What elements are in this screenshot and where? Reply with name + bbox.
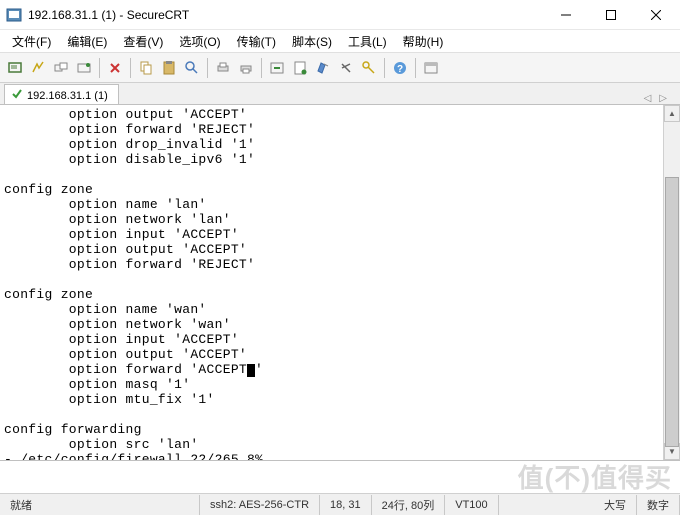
- status-ready: 就绪: [0, 495, 200, 515]
- session-tab[interactable]: 192.168.31.1 (1): [4, 84, 119, 104]
- status-spacer: [499, 495, 594, 515]
- menu-script[interactable]: 脚本(S): [284, 30, 340, 53]
- transfer-icon[interactable]: [266, 57, 288, 79]
- menu-bar: 文件(F) 编辑(E) 查看(V) 选项(O) 传输(T) 脚本(S) 工具(L…: [0, 30, 680, 53]
- status-num: 数字: [637, 495, 680, 515]
- print-icon[interactable]: [212, 57, 234, 79]
- session-options-icon[interactable]: [312, 57, 334, 79]
- print-screen-icon[interactable]: [235, 57, 257, 79]
- status-size: 24行, 80列: [372, 495, 446, 515]
- toolbar: ?: [0, 53, 680, 83]
- disconnect-icon[interactable]: [73, 57, 95, 79]
- new-tab-icon[interactable]: [420, 57, 442, 79]
- help-icon[interactable]: ?: [389, 57, 411, 79]
- vertical-scrollbar[interactable]: ▲ ▼: [663, 105, 680, 460]
- tab-bar: 192.168.31.1 (1) ◁ ▷: [0, 83, 680, 105]
- status-position: 18, 31: [320, 495, 372, 515]
- status-term: VT100: [445, 495, 498, 515]
- window-title: 192.168.31.1 (1) - SecureCRT: [28, 8, 543, 22]
- app-icon: [6, 7, 22, 23]
- minimize-button[interactable]: [543, 0, 588, 29]
- settings-icon[interactable]: [335, 57, 357, 79]
- tab-prev-icon[interactable]: ◁: [641, 93, 655, 104]
- toolbar-separator: [261, 58, 262, 78]
- check-icon: [11, 88, 23, 103]
- toolbar-separator: [384, 58, 385, 78]
- menu-file[interactable]: 文件(F): [4, 30, 59, 53]
- menu-view[interactable]: 查看(V): [115, 30, 171, 53]
- paste-icon[interactable]: [158, 57, 180, 79]
- scroll-up-icon[interactable]: ▲: [664, 105, 680, 122]
- title-bar: 192.168.31.1 (1) - SecureCRT: [0, 0, 680, 30]
- scroll-thumb[interactable]: [665, 177, 679, 447]
- scroll-track[interactable]: [664, 122, 680, 443]
- copy-icon[interactable]: [135, 57, 157, 79]
- status-caps: 大写: [594, 495, 637, 515]
- tab-label: 192.168.31.1 (1): [27, 90, 108, 102]
- svg-text:?: ?: [397, 64, 403, 75]
- menu-edit[interactable]: 编辑(E): [59, 30, 115, 53]
- menu-options[interactable]: 选项(O): [171, 30, 228, 53]
- menu-transfer[interactable]: 传输(T): [229, 30, 284, 53]
- tab-next-icon[interactable]: ▷: [656, 93, 670, 104]
- command-input-area[interactable]: [0, 460, 680, 490]
- toolbar-separator: [99, 58, 100, 78]
- tab-nav: ◁ ▷: [641, 93, 676, 104]
- terminal[interactable]: option output 'ACCEPT' option forward 'R…: [0, 105, 663, 460]
- key-icon[interactable]: [358, 57, 380, 79]
- menu-tools[interactable]: 工具(L): [340, 30, 395, 53]
- quick-connect-icon[interactable]: [27, 57, 49, 79]
- maximize-button[interactable]: [588, 0, 633, 29]
- cancel-icon[interactable]: [104, 57, 126, 79]
- reconnect-icon[interactable]: [50, 57, 72, 79]
- connect-icon[interactable]: [4, 57, 26, 79]
- menu-help[interactable]: 帮助(H): [395, 30, 452, 53]
- status-bar: 就绪 ssh2: AES-256-CTR 18, 31 24行, 80列 VT1…: [0, 493, 680, 515]
- script-icon[interactable]: [289, 57, 311, 79]
- toolbar-separator: [415, 58, 416, 78]
- toolbar-separator: [130, 58, 131, 78]
- status-protocol: ssh2: AES-256-CTR: [200, 495, 320, 515]
- close-button[interactable]: [633, 0, 678, 29]
- toolbar-separator: [207, 58, 208, 78]
- find-icon[interactable]: [181, 57, 203, 79]
